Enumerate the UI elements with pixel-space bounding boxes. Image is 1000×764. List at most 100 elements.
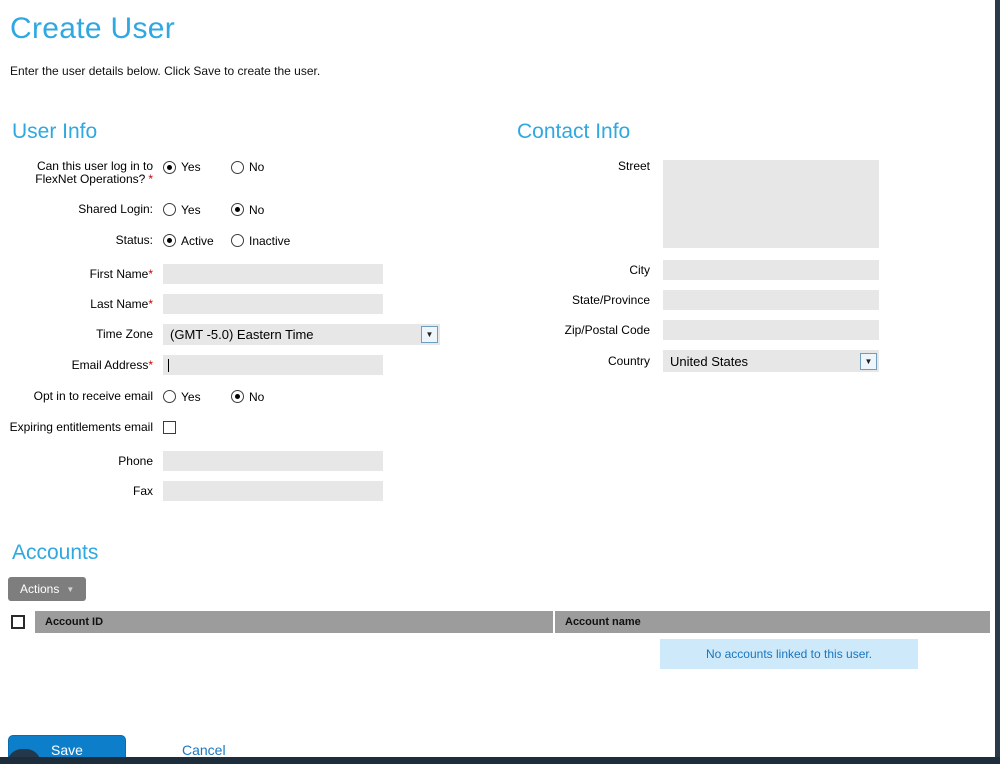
radio-icon [231, 234, 244, 247]
bottom-edge-bar [0, 757, 1000, 764]
empty-accounts-notice: No accounts linked to this user. [660, 639, 918, 669]
opt-in-yes-label: Yes [181, 390, 201, 404]
required-marker: * [148, 297, 153, 311]
radio-icon [163, 390, 176, 403]
select-all-cell [8, 611, 33, 633]
state-row: State/Province [513, 290, 1000, 310]
status-inactive-radio[interactable]: Inactive [231, 234, 290, 248]
shared-login-yes-radio[interactable]: Yes [163, 203, 231, 217]
fax-label: Fax [8, 485, 163, 498]
city-input[interactable] [663, 260, 879, 280]
accounts-table-header: Account ID Account name [8, 611, 990, 633]
opt-in-no-radio[interactable]: No [231, 390, 264, 404]
last-name-row: Last Name* [8, 294, 513, 314]
first-name-label: First Name* [8, 268, 163, 281]
radio-selected-icon [231, 390, 244, 403]
email-label: Email Address* [8, 359, 163, 372]
state-label: State/Province [513, 294, 663, 307]
last-name-input[interactable] [163, 294, 383, 314]
login-yes-radio[interactable]: Yes [163, 160, 231, 174]
opt-in-no-label: No [249, 390, 264, 404]
login-question-label: Can this user log in to FlexNet Operatio… [8, 160, 163, 186]
user-info-heading: User Info [12, 120, 513, 144]
radio-icon [231, 161, 244, 174]
first-name-row: First Name* [8, 264, 513, 284]
last-name-label: Last Name* [8, 298, 163, 311]
create-user-page: Create User Enter the user details below… [0, 0, 1000, 764]
phone-input[interactable] [163, 451, 383, 471]
city-row: City [513, 260, 1000, 280]
contact-info-section: Contact Info Street City State/Province … [513, 120, 1000, 511]
country-row: Country United States ▼ [513, 350, 1000, 372]
column-header-account-id[interactable]: Account ID [35, 611, 553, 633]
cancel-link[interactable]: Cancel [182, 742, 226, 758]
accounts-section: Accounts Actions ▼ Account ID Account na… [8, 541, 1000, 669]
shared-login-label: Shared Login: [8, 203, 163, 216]
city-label: City [513, 264, 663, 277]
login-question-row: Can this user log in to FlexNet Operatio… [8, 160, 513, 186]
radio-selected-icon [231, 203, 244, 216]
last-name-label-text: Last Name [90, 297, 148, 311]
actions-button[interactable]: Actions ▼ [8, 577, 86, 601]
status-row: Status: Active Inactive [8, 233, 513, 248]
shared-login-yes-label: Yes [181, 203, 201, 217]
chevron-down-icon: ▼ [860, 353, 877, 370]
radio-selected-icon [163, 161, 176, 174]
street-row: Street [513, 160, 1000, 248]
page-title: Create User [10, 12, 1000, 46]
status-inactive-label: Inactive [249, 234, 290, 248]
shared-login-no-radio[interactable]: No [231, 203, 264, 217]
street-textarea[interactable] [663, 160, 879, 248]
status-active-radio[interactable]: Active [163, 234, 231, 248]
actions-button-label: Actions [20, 582, 59, 596]
country-select[interactable]: United States ▼ [663, 350, 879, 372]
required-marker: * [148, 358, 153, 372]
state-input[interactable] [663, 290, 879, 310]
login-yes-label: Yes [181, 160, 201, 174]
login-no-label: No [249, 160, 264, 174]
zip-row: Zip/Postal Code [513, 320, 1000, 340]
login-question-label-line1: Can this user log in to [37, 159, 153, 173]
opt-in-row: Opt in to receive email Yes No [8, 389, 513, 404]
street-label: Street [513, 160, 663, 173]
accounts-heading: Accounts [12, 541, 1000, 565]
fax-row: Fax [8, 481, 513, 501]
shared-login-no-label: No [249, 203, 264, 217]
time-zone-row: Time Zone (GMT -5.0) Eastern Time ▼ [8, 324, 513, 345]
phone-label: Phone [8, 455, 163, 468]
chevron-down-icon: ▼ [421, 326, 438, 343]
expiring-email-label: Expiring entitlements email [8, 421, 163, 434]
user-info-section: User Info Can this user log in to FlexNe… [8, 120, 513, 511]
shared-login-row: Shared Login: Yes No [8, 202, 513, 217]
accounts-table: Account ID Account name No accounts link… [8, 611, 990, 669]
select-all-checkbox[interactable] [11, 615, 25, 629]
opt-in-yes-radio[interactable]: Yes [163, 390, 231, 404]
first-name-input[interactable] [163, 264, 383, 284]
fax-input[interactable] [163, 481, 383, 501]
radio-selected-icon [163, 234, 176, 247]
required-marker: * [148, 172, 153, 186]
expiring-email-checkbox[interactable] [163, 421, 176, 434]
column-header-account-name[interactable]: Account name [555, 611, 990, 633]
time-zone-label: Time Zone [8, 328, 163, 341]
zip-label: Zip/Postal Code [513, 324, 663, 337]
status-label: Status: [8, 234, 163, 247]
login-question-label-line2: FlexNet Operations? [35, 172, 145, 186]
form-columns: User Info Can this user log in to FlexNe… [8, 120, 1000, 511]
opt-in-label: Opt in to receive email [8, 390, 163, 403]
contact-info-heading: Contact Info [517, 120, 1000, 144]
login-no-radio[interactable]: No [231, 160, 264, 174]
email-input[interactable] [163, 355, 383, 375]
chevron-down-icon: ▼ [66, 585, 74, 594]
expiring-email-row: Expiring entitlements email [8, 420, 513, 435]
time-zone-value: (GMT -5.0) Eastern Time [170, 327, 314, 342]
time-zone-select[interactable]: (GMT -5.0) Eastern Time ▼ [163, 324, 440, 345]
page-subtitle: Enter the user details below. Click Save… [10, 64, 1000, 78]
first-name-label-text: First Name [90, 267, 149, 281]
radio-icon [163, 203, 176, 216]
country-value: United States [670, 354, 748, 369]
required-marker: * [148, 267, 153, 281]
country-label: Country [513, 355, 663, 368]
zip-input[interactable] [663, 320, 879, 340]
phone-row: Phone [8, 451, 513, 471]
